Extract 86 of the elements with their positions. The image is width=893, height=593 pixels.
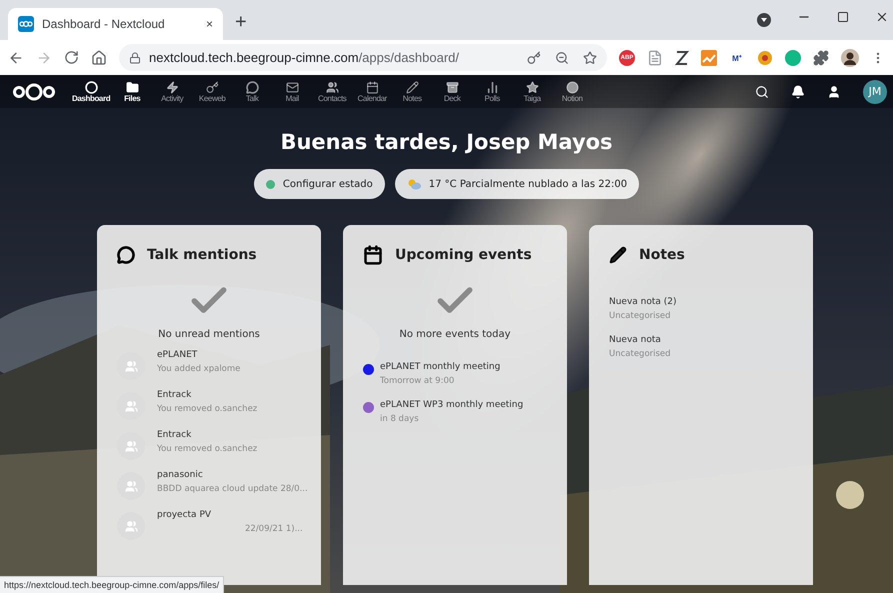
tab-title: Dashboard - Nextcloud	[42, 17, 166, 31]
group-avatar	[117, 472, 145, 500]
extension-icon[interactable]	[675, 50, 689, 66]
app-menu-item[interactable]: Taiga	[512, 80, 552, 102]
circle-icon	[566, 80, 579, 94]
key-icon	[206, 80, 219, 94]
event-title[interactable]: ePLANET monthly meeting	[380, 362, 500, 372]
widget-title: Notes	[639, 247, 685, 263]
ring-icon	[84, 80, 98, 94]
close-icon[interactable]	[875, 10, 889, 24]
address-bar[interactable]: nextcloud.tech.beegroup-cimne.com/apps/dashboard/	[119, 44, 607, 71]
extension-icon[interactable]: M⁺	[729, 50, 745, 66]
conversation-message: You removed o.sanchez	[157, 444, 258, 454]
note-category: Uncategorised	[609, 311, 672, 321]
conversation-title[interactable]: proyecta PV	[157, 510, 303, 520]
profile-icon[interactable]	[757, 13, 771, 27]
home-icon[interactable]	[91, 50, 107, 66]
archive-icon	[446, 80, 459, 94]
flower-icon[interactable]	[757, 50, 773, 66]
speech-bubble-icon	[117, 246, 135, 264]
zoom-out-icon[interactable]	[555, 50, 569, 64]
app-menu-item[interactable]: Activity	[152, 80, 192, 102]
close-tab-button[interactable]: ×	[206, 17, 213, 31]
event-title[interactable]: ePLANET WP3 monthly meeting	[380, 400, 524, 410]
calendar-icon	[366, 80, 379, 94]
star-icon[interactable]	[583, 50, 597, 64]
widget-title: Upcoming events	[395, 247, 532, 263]
app-menu-item[interactable]: Deck	[432, 80, 472, 102]
contacts-icon[interactable]	[827, 84, 841, 98]
conversation-title[interactable]: Entrack	[157, 430, 258, 440]
calendar-icon	[363, 245, 383, 265]
star-icon	[526, 80, 539, 94]
app-menu-item[interactable]: Notes	[392, 80, 432, 102]
speech-bubble-icon	[246, 80, 259, 94]
user-avatar-icon[interactable]	[841, 48, 859, 66]
note-category: Uncategorised	[609, 349, 672, 359]
app-menu-item[interactable]: Polls	[472, 80, 512, 102]
bar-chart-icon	[486, 80, 499, 94]
conversation-message: You added xpalome	[157, 364, 240, 374]
conversation-title[interactable]: panasonic	[157, 470, 308, 480]
lightning-icon	[166, 80, 179, 94]
url-text: nextcloud.tech.beegroup-cimne.com/apps/dashboard/	[149, 50, 460, 65]
people-icon	[326, 80, 339, 94]
notifications-icon[interactable]	[791, 84, 805, 98]
document-icon[interactable]	[647, 50, 663, 66]
conversation-message: You removed o.sanchez	[157, 404, 258, 414]
conversation-message: BBDD aquarea cloud update 28/0...	[157, 484, 308, 494]
app-menu-item[interactable]: Talk	[232, 80, 272, 102]
app-menu-item[interactable]: Mail	[272, 80, 312, 102]
conversation-message: 22/09/21 1)...	[244, 524, 303, 534]
extensions-icon[interactable]	[813, 50, 829, 66]
browser-tab[interactable]: Dashboard - Nextcloud ×	[8, 8, 223, 40]
group-avatar	[117, 512, 145, 540]
back-icon[interactable]	[8, 50, 24, 66]
app-menu-item[interactable]: Contacts	[312, 80, 352, 102]
cloud-sun-icon	[406, 178, 421, 190]
greeting-heading: Buenas tardes, Josep Mayos	[280, 130, 613, 154]
reload-icon[interactable]	[64, 50, 79, 65]
status-bar: https://nextcloud.tech.beegroup-cimne.com/apps/files/	[0, 576, 224, 593]
conversation-title[interactable]: Entrack	[157, 390, 258, 400]
online-dot-icon	[266, 180, 275, 188]
widget-title: Talk mentions	[147, 247, 257, 263]
cloud-logo-icon	[18, 16, 34, 32]
event-time: Tomorrow at 9:00	[380, 376, 456, 386]
new-tab-button[interactable]: +	[235, 11, 247, 34]
pencil-icon	[609, 246, 627, 264]
key-icon[interactable]	[527, 50, 541, 64]
note-title[interactable]: Nueva nota (2)	[609, 297, 793, 307]
envelope-icon	[286, 80, 299, 94]
pencil-icon	[406, 80, 419, 94]
app-menu-item[interactable]: Notion	[552, 80, 592, 102]
status-button[interactable]: Configurar estado	[254, 169, 385, 199]
event-time: in 8 days	[380, 414, 420, 424]
cloud-logo-icon[interactable]	[12, 82, 56, 100]
app-menu-item[interactable]: Files	[112, 80, 152, 102]
empty-message: No more events today	[399, 329, 511, 340]
note-title[interactable]: Nueva nota	[609, 335, 793, 345]
app-menu-item[interactable]: Dashboard	[70, 80, 112, 102]
empty-message: No unread mentions	[158, 329, 260, 340]
weather-button[interactable]: 17 °C Parcialmente nublado a las 22:00	[394, 169, 640, 199]
maximize-icon[interactable]	[837, 11, 849, 23]
app-menu-item[interactable]: Calendar	[352, 80, 392, 102]
conversation-title[interactable]: ePLANET	[157, 350, 240, 360]
search-icon[interactable]	[755, 84, 769, 98]
app-menu-item[interactable]: Keeweb	[192, 80, 232, 102]
lock-icon	[129, 52, 141, 64]
